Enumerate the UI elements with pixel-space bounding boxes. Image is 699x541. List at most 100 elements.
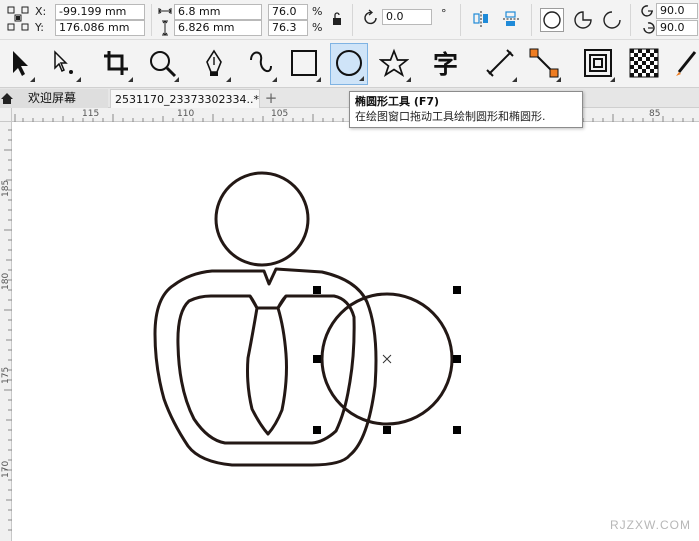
eyedropper-tool-button[interactable] [670, 43, 699, 85]
ellipse-icon [336, 50, 362, 76]
transparency-tool-button[interactable] [626, 43, 664, 85]
ruler-origin[interactable] [0, 108, 12, 122]
dimension-line-icon [486, 49, 514, 77]
separator [630, 4, 631, 36]
degree-label: ° [441, 7, 447, 20]
y-position-field[interactable]: 176.086 mm [55, 20, 145, 36]
height-field[interactable]: 6.826 mm [174, 20, 262, 36]
polygon-tool-button[interactable] [376, 43, 414, 85]
ruler-label: 85 [649, 109, 661, 119]
tooltip-title: 椭圆形工具 (F7) [355, 95, 440, 108]
flyout-indicator [226, 77, 231, 82]
end-angle-icon [643, 22, 655, 34]
ellipse-mode-icon[interactable] [540, 8, 564, 32]
flyout-indicator [359, 76, 364, 81]
blend-tool-button[interactable] [580, 43, 618, 85]
text-tool-button[interactable]: 字 [428, 43, 466, 85]
separator [352, 4, 353, 36]
drawing-canvas[interactable] [12, 122, 699, 541]
tab-document-label: 2531170_23373302334..* [115, 93, 259, 106]
scale-x-field[interactable]: 76.0 [268, 4, 308, 20]
freehand-tool-button[interactable] [242, 43, 280, 85]
pick-arrow-icon [13, 51, 28, 76]
flyout-indicator [128, 77, 133, 82]
crop-tool-button[interactable] [98, 43, 136, 85]
person-head-shape[interactable] [214, 171, 310, 267]
rotation-field[interactable]: 0.0 [382, 9, 432, 25]
rotate-icon [364, 9, 377, 25]
arc-mode-icon[interactable] [600, 8, 624, 32]
tab-welcome-screen[interactable]: 欢迎屏幕 [0, 89, 108, 108]
rectangle-icon [291, 50, 317, 76]
selection-handle[interactable] [453, 355, 461, 363]
x-label: X: [35, 5, 47, 18]
home-icon [1, 93, 13, 104]
flyout-indicator [30, 77, 35, 82]
connector-tool-button[interactable] [526, 43, 564, 85]
magnifier-icon [150, 51, 177, 78]
ellipse-tool-button[interactable] [330, 43, 368, 85]
tab-welcome-label: 欢迎屏幕 [28, 91, 77, 105]
ruler-label: 105 [271, 109, 289, 119]
mirror-horizontal-icon[interactable] [471, 9, 491, 29]
flyout-indicator [174, 77, 179, 82]
ruler-label: 180 [1, 272, 11, 290]
dimension-tool-button[interactable] [482, 43, 520, 85]
person-body-inner[interactable] [176, 294, 356, 445]
pie-mode-icon[interactable] [571, 8, 595, 32]
freehand-curve-icon [250, 51, 272, 73]
width-field[interactable]: 6.8 mm [174, 4, 262, 20]
x-position-field[interactable]: -99.199 mm [55, 4, 145, 20]
selection-handle[interactable] [453, 426, 461, 434]
lock-ratio-icon[interactable] [330, 12, 344, 26]
pen-tool-button[interactable] [196, 43, 234, 85]
pick-tool-button[interactable] [0, 43, 38, 85]
toolbox: 字 [0, 40, 699, 88]
shape-tool-icon [54, 50, 73, 74]
separator [531, 4, 532, 36]
height-icon [162, 20, 168, 36]
end-angle-field[interactable]: 90.0 [656, 20, 698, 36]
selected-ellipse-group[interactable] [313, 286, 461, 434]
vertical-ruler[interactable]: 185 180 175 170 [0, 122, 12, 541]
flyout-indicator [76, 77, 81, 82]
property-bar: X: -99.199 mm Y: 176.086 mm 6.8 mm 6.826… [0, 0, 699, 40]
percent-x-label: % [312, 5, 323, 18]
scale-y-field[interactable]: 76.3 [268, 20, 308, 36]
checkerboard-icon [629, 48, 659, 78]
separator [151, 4, 152, 36]
center-mark-icon [382, 354, 392, 364]
svg-text:字: 字 [433, 50, 458, 78]
ruler-label: 110 [177, 109, 195, 119]
flyout-indicator [610, 77, 615, 82]
separator [460, 4, 461, 36]
width-icon [158, 8, 172, 14]
object-origin-icon[interactable] [6, 5, 30, 33]
pencil-icon [676, 51, 697, 76]
ruler-label: 185 [1, 179, 11, 197]
ruler-label: 175 [1, 366, 11, 384]
selection-handle[interactable] [453, 286, 461, 294]
flyout-indicator [512, 77, 517, 82]
shape-tool-button[interactable] [46, 43, 84, 85]
flyout-indicator [556, 77, 561, 82]
start-angle-icon [641, 5, 653, 17]
rectangle-tool-button[interactable] [286, 43, 324, 85]
y-label: Y: [35, 21, 44, 34]
flyout-indicator [406, 77, 411, 82]
mirror-vertical-icon[interactable] [501, 9, 521, 29]
ruler-label: 115 [82, 109, 100, 119]
selection-handle[interactable] [313, 426, 321, 434]
star-icon [379, 48, 409, 78]
ellipse-tool-tooltip: 椭圆形工具 (F7) 在绘图窗口拖动工具绘制圆形和椭圆形. [349, 91, 583, 128]
zoom-tool-button[interactable] [144, 43, 182, 85]
flyout-indicator [272, 77, 277, 82]
start-angle-field[interactable]: 90.0 [656, 3, 698, 19]
selection-handle[interactable] [313, 355, 321, 363]
percent-y-label: % [312, 21, 323, 34]
tab-document[interactable]: 2531170_23373302334..* [110, 89, 260, 108]
selection-handle[interactable] [383, 426, 391, 434]
ruler-label: 170 [1, 460, 11, 478]
add-tab-button[interactable]: + [262, 89, 280, 108]
selection-handle[interactable] [313, 286, 321, 294]
